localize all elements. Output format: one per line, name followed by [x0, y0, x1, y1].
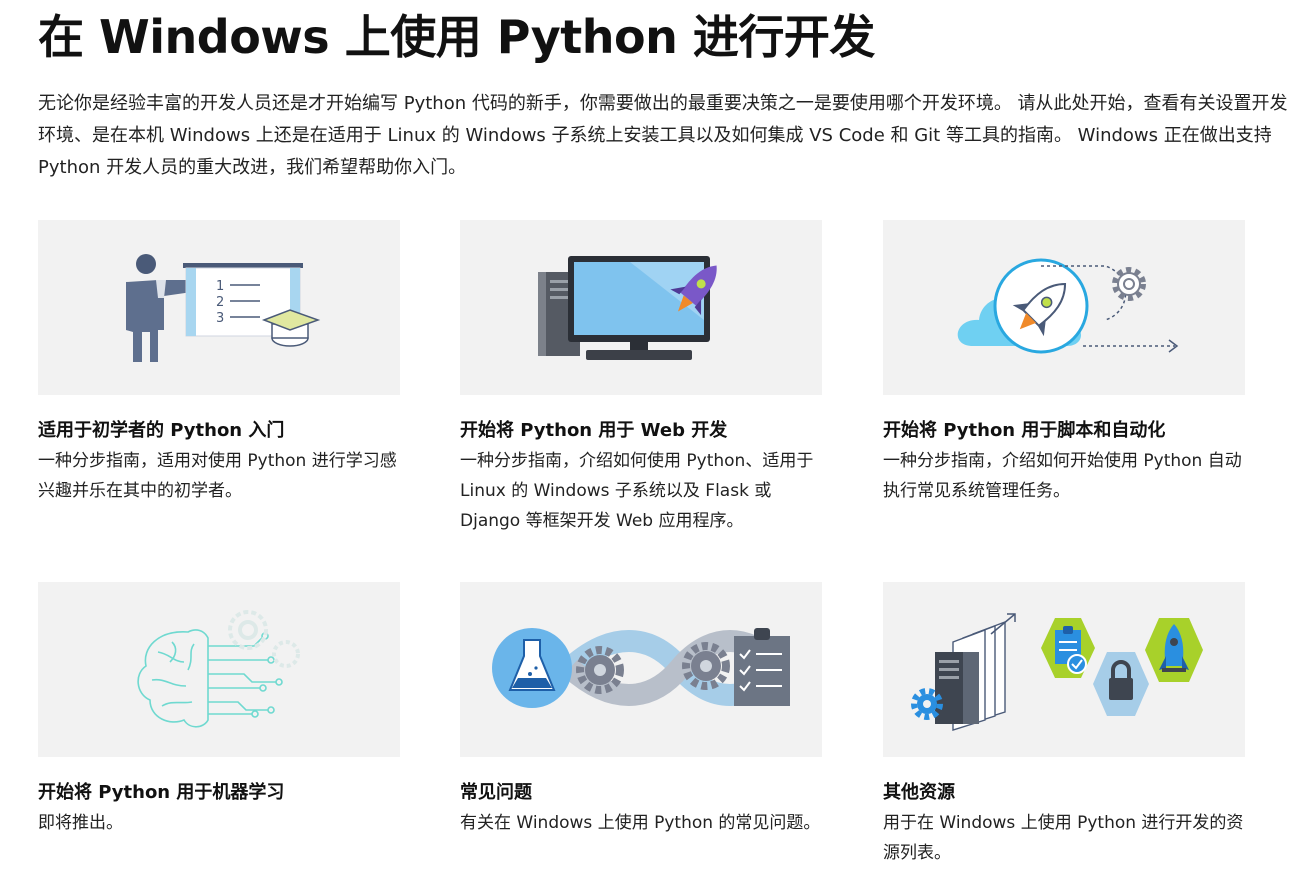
card-thumbnail[interactable]: 1 2 3: [38, 220, 400, 395]
card-title[interactable]: 常见问题: [460, 780, 822, 806]
card-thumbnail[interactable]: [38, 582, 400, 757]
cloud-rocket-gear-icon: [957, 258, 1179, 354]
card-title[interactable]: 适用于初学者的 Python 入门: [38, 418, 400, 444]
card-description: 一种分步指南，介绍如何开始使用 Python 自动执行常见系统管理任务。: [883, 451, 1242, 501]
board-item: 1: [216, 279, 224, 294]
card-description: 即将推出。: [38, 813, 123, 833]
card-thumbnail[interactable]: [883, 220, 1245, 395]
card-thumbnail[interactable]: [460, 220, 822, 395]
page-title: 在 Windows 上使用 Python 进行开发: [38, 10, 875, 64]
card-description: 有关在 Windows 上使用 Python 的常见问题。: [460, 813, 821, 833]
card-description: 用于在 Windows 上使用 Python 进行开发的资源列表。: [883, 813, 1244, 863]
card-faq[interactable]: 常见问题 有关在 Windows 上使用 Python 的常见问题。: [460, 582, 822, 838]
card-description: 一种分步指南，介绍如何使用 Python、适用于 Linux 的 Windows…: [460, 451, 814, 531]
board-item: 2: [216, 295, 224, 310]
card-resources[interactable]: 其他资源 用于在 Windows 上使用 Python 进行开发的资源列表。: [883, 582, 1245, 868]
card-thumbnail[interactable]: [460, 582, 822, 757]
server-resources-icon: [911, 613, 1203, 731]
card-python-scripting[interactable]: 开始将 Python 用于脚本和自动化 一种分步指南，介绍如何开始使用 Pyth…: [883, 220, 1245, 506]
card-python-ml[interactable]: 开始将 Python 用于机器学习 即将推出。: [38, 582, 400, 838]
flask-gears-checklist-icon: [492, 628, 790, 708]
card-title[interactable]: 开始将 Python 用于脚本和自动化: [883, 418, 1245, 444]
card-python-beginners[interactable]: 1 2 3 适用于初学者的 Python 入门 一种分步指南，适用对使用 Pyt…: [38, 220, 400, 506]
card-python-web[interactable]: 开始将 Python 用于 Web 开发 一种分步指南，介绍如何使用 Pytho…: [460, 220, 822, 536]
card-title[interactable]: 开始将 Python 用于 Web 开发: [460, 418, 822, 444]
card-description: 一种分步指南，适用对使用 Python 进行学习感兴趣并乐在其中的初学者。: [38, 451, 397, 501]
card-thumbnail[interactable]: [883, 582, 1245, 757]
teacher-whiteboard-icon: 1 2 3: [126, 254, 321, 362]
intro-paragraph: 无论你是经验丰富的开发人员还是才开始编写 Python 代码的新手，你需要做出的…: [38, 93, 1288, 178]
circuit-brain-icon: [137, 610, 300, 728]
card-title[interactable]: 其他资源: [883, 780, 1245, 806]
desktop-rocket-icon: [538, 256, 717, 360]
board-item: 3: [216, 311, 224, 326]
card-title[interactable]: 开始将 Python 用于机器学习: [38, 780, 400, 806]
